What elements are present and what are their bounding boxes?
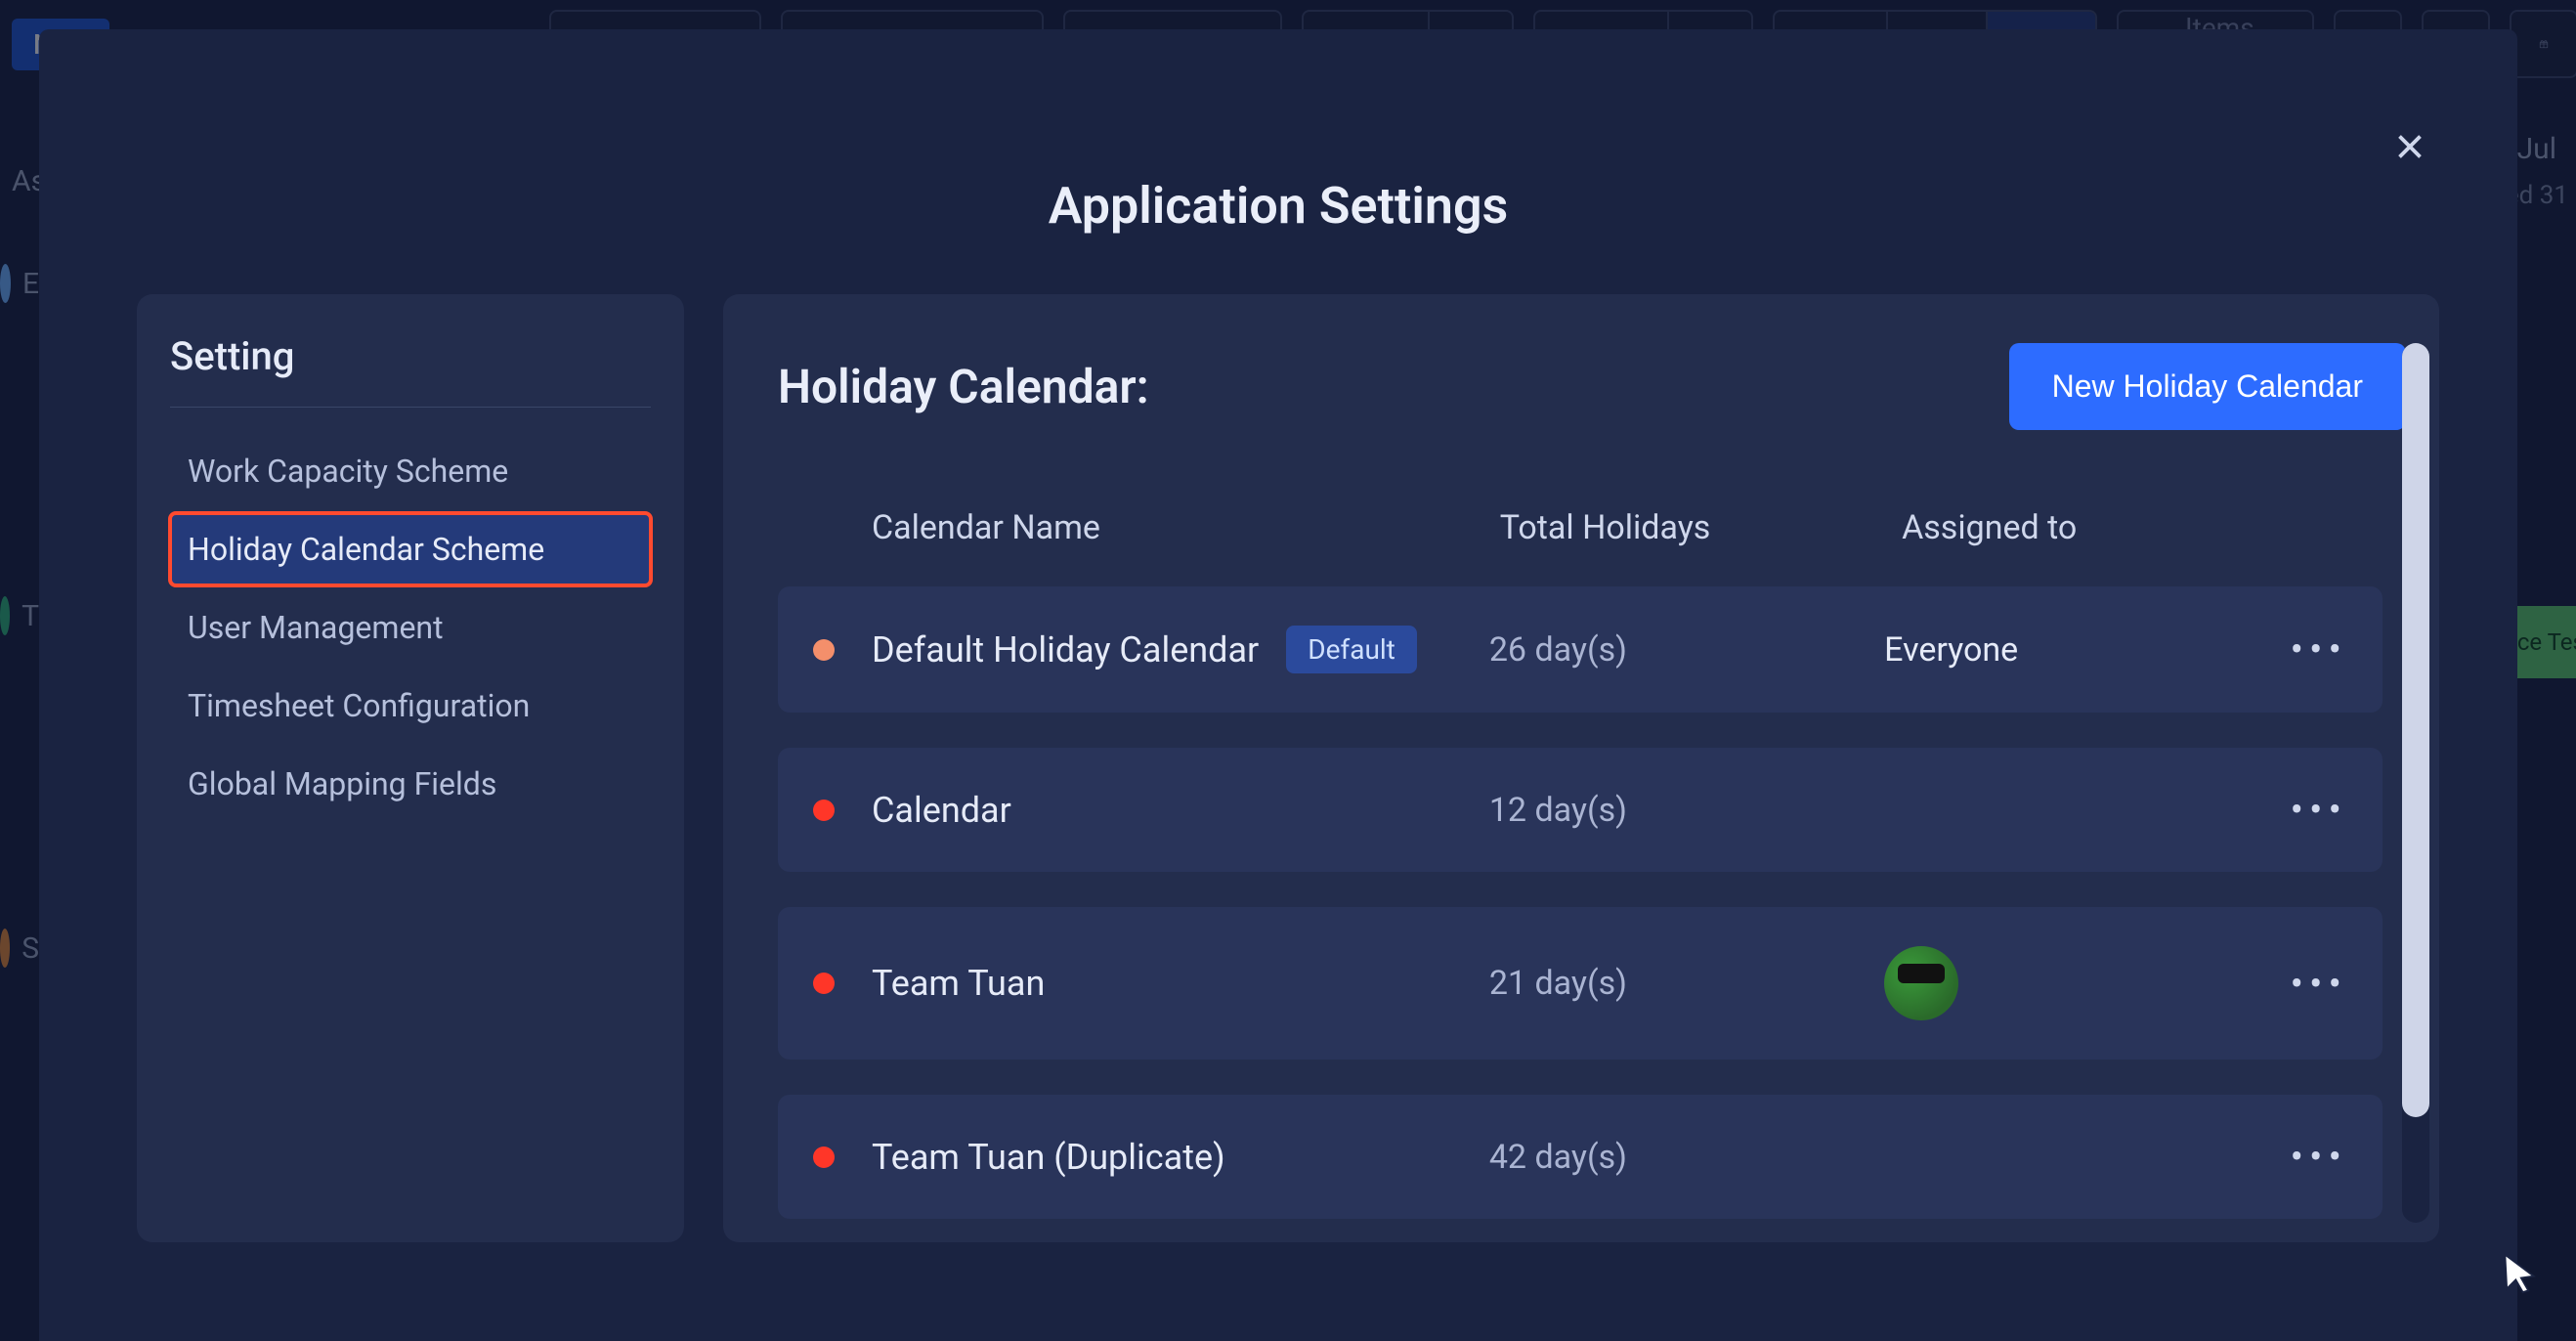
calendar-row[interactable]: Team Tuan 21 day(s) ••• bbox=[778, 907, 2383, 1060]
bg-row-label: T bbox=[21, 599, 39, 633]
sidebar-item-timesheet-config[interactable]: Timesheet Configuration bbox=[170, 670, 651, 742]
row-actions-button[interactable]: ••• bbox=[2230, 627, 2347, 672]
cursor-icon bbox=[2498, 1251, 2541, 1294]
row-actions-button[interactable]: ••• bbox=[2230, 961, 2347, 1007]
avatar bbox=[0, 596, 10, 635]
calendar-row[interactable]: Team Tuan (Duplicate) 42 day(s) ••• bbox=[778, 1095, 2383, 1219]
col-header-actions bbox=[2254, 508, 2371, 547]
calendar-name: Team Tuan bbox=[872, 963, 1045, 1004]
gift-button[interactable] bbox=[2510, 10, 2576, 78]
calendar-name: Default Holiday Calendar bbox=[872, 629, 1259, 670]
calendar-name-cell: Team Tuan (Duplicate) bbox=[872, 1137, 1489, 1178]
bg-month: Jul bbox=[2517, 132, 2556, 166]
modal-body: Setting Work Capacity Scheme Holiday Cal… bbox=[39, 294, 2517, 1341]
row-actions-button[interactable]: ••• bbox=[2230, 787, 2347, 833]
bg-row-label: S bbox=[21, 931, 39, 966]
scrollbar[interactable] bbox=[2402, 343, 2429, 1223]
assigned-to: Everyone bbox=[1884, 630, 2230, 670]
gift-icon bbox=[2539, 28, 2549, 60]
default-badge: Default bbox=[1286, 626, 1417, 673]
assignee-avatar bbox=[1884, 946, 1958, 1020]
calendar-row[interactable]: Default Holiday Calendar Default 26 day(s)… bbox=[778, 586, 2383, 713]
divider bbox=[170, 407, 651, 408]
color-dot bbox=[813, 639, 835, 661]
calendar-rows: Default Holiday Calendar Default 26 day(s)… bbox=[778, 586, 2406, 1223]
calendar-name: Calendar bbox=[872, 790, 1011, 831]
total-holidays: 12 day(s) bbox=[1489, 791, 1884, 830]
color-dot bbox=[813, 800, 835, 821]
content-title: Holiday Calendar: bbox=[778, 359, 1149, 414]
settings-modal: Application Settings Setting Work Capaci… bbox=[39, 29, 2517, 1341]
avatar bbox=[0, 264, 11, 303]
calendar-name-cell: Team Tuan bbox=[872, 963, 1489, 1004]
table-header: Calendar Name Total Holidays Assigned to bbox=[778, 508, 2406, 586]
scrollbar-thumb[interactable] bbox=[2402, 343, 2429, 1117]
new-holiday-calendar-button[interactable]: New Holiday Calendar bbox=[2009, 343, 2406, 430]
close-icon bbox=[2392, 129, 2427, 164]
sidebar-item-holiday-calendar[interactable]: Holiday Calendar Scheme bbox=[170, 513, 651, 585]
avatar bbox=[0, 929, 10, 968]
row-actions-button[interactable]: ••• bbox=[2230, 1134, 2347, 1180]
col-header-name: Calendar Name bbox=[872, 508, 1500, 547]
color-dot bbox=[813, 973, 835, 994]
bg-left-column: E T S bbox=[0, 235, 39, 1261]
sidebar-item-global-mapping[interactable]: Global Mapping Fields bbox=[170, 748, 651, 820]
assigned-to bbox=[1884, 946, 2230, 1020]
calendar-name-cell: Calendar bbox=[872, 790, 1489, 831]
sidebar-item-work-capacity[interactable]: Work Capacity Scheme bbox=[170, 435, 651, 507]
sidebar-item-user-management[interactable]: User Management bbox=[170, 591, 651, 664]
col-header-assigned: Assigned to bbox=[1902, 508, 2254, 547]
content-header: Holiday Calendar: New Holiday Calendar bbox=[778, 343, 2406, 430]
settings-heading: Setting bbox=[170, 333, 651, 379]
color-dot bbox=[813, 1146, 835, 1168]
close-button[interactable] bbox=[2381, 117, 2439, 176]
bg-row-label: E bbox=[22, 267, 39, 301]
settings-sidebar: Setting Work Capacity Scheme Holiday Cal… bbox=[137, 294, 684, 1242]
calendar-name: Team Tuan (Duplicate) bbox=[872, 1137, 1225, 1178]
content-panel: Holiday Calendar: New Holiday Calendar C… bbox=[723, 294, 2439, 1242]
calendar-row[interactable]: Calendar 12 day(s) ••• bbox=[778, 748, 2383, 872]
col-header-total: Total Holidays bbox=[1500, 508, 1902, 547]
calendar-name-cell: Default Holiday Calendar Default bbox=[872, 626, 1489, 673]
total-holidays: 26 day(s) bbox=[1489, 630, 1884, 670]
modal-title: Application Settings bbox=[39, 176, 2517, 236]
total-holidays: 42 day(s) bbox=[1489, 1138, 1884, 1177]
total-holidays: 21 day(s) bbox=[1489, 964, 1884, 1003]
